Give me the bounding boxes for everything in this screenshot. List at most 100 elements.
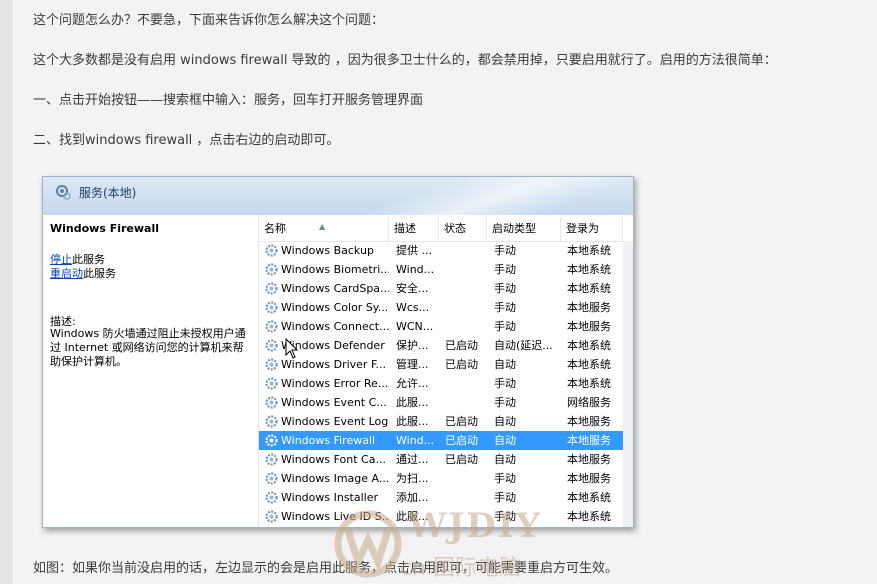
- services-gear-icon: [56, 185, 71, 200]
- service-desc: Wind...: [396, 434, 435, 447]
- service-logon-as: 本地系统: [567, 491, 611, 504]
- service-state: 已启动: [445, 415, 478, 428]
- service-name: Windows CardSpa...: [281, 282, 389, 295]
- service-desc: 保护...: [396, 339, 429, 352]
- service-name: Windows Image A...: [281, 472, 389, 485]
- service-gear-icon: [265, 301, 278, 314]
- service-logon-as: 本地系统: [567, 358, 611, 371]
- service-row[interactable]: Windows Error Re... 允许... 手动 本地系统: [259, 374, 623, 393]
- service-gear-icon: [265, 339, 278, 352]
- page-left-border: [0, 0, 12, 584]
- service-logon-as: 本地系统: [567, 339, 611, 352]
- service-name: Windows Biometri...: [281, 263, 389, 276]
- service-gear-icon: [265, 453, 278, 466]
- service-startup-type: 自动: [494, 358, 516, 371]
- service-state: 已启动: [445, 339, 478, 352]
- service-startup-type: 自动(延迟...: [494, 339, 553, 352]
- service-desc: WCN...: [396, 320, 434, 333]
- service-gear-icon: [265, 282, 278, 295]
- service-row[interactable]: Windows Installer 添加... 手动 本地系统: [259, 488, 623, 507]
- service-state: 已启动: [445, 434, 478, 447]
- service-logon-as: 本地服务: [567, 320, 611, 333]
- services-titlebar: 服务(本地): [43, 177, 633, 215]
- service-gear-icon: [265, 263, 278, 276]
- service-row[interactable]: Windows Event Log 此服... 已启动 自动 本地服务: [259, 412, 623, 431]
- services-screenshot: 服务(本地) Windows Firewall 停止此服务 重启动此服务 描述:…: [42, 176, 634, 528]
- service-logon-as: 本地服务: [567, 453, 611, 466]
- mouse-pointer-icon: [285, 338, 299, 359]
- service-startup-type: 手动: [494, 301, 516, 314]
- service-row[interactable]: Windows Firewall Wind... 已启动 自动 本地服务: [259, 431, 623, 450]
- services-title: 服务(本地): [79, 186, 137, 200]
- service-desc: 安全...: [396, 282, 429, 295]
- service-row[interactable]: Windows Backup 提供 ... 手动 本地系统: [259, 241, 623, 260]
- article-paragraph-3: 一、点击开始按钮——搜索框中输入：服务，回车打开服务管理界面: [33, 93, 424, 108]
- service-logon-as: 本地系统: [567, 244, 611, 257]
- service-state: 已启动: [445, 453, 478, 466]
- service-detail-pane: Windows Firewall 停止此服务 重启动此服务 描述: Window…: [43, 215, 259, 527]
- service-gear-icon: [265, 396, 278, 409]
- article-paragraph-2: 这个大多数都是没有启用 windows firewall 导致的 ，因为很多卫士…: [33, 53, 777, 68]
- service-description: Windows 防火墙通过阻止未授权用户通过 Internet 或网络访问您的计…: [50, 327, 246, 368]
- services-table-header: ▲ 名称 描述 状态 启动类型 登录为: [259, 217, 633, 242]
- service-desc: 为扫...: [396, 472, 429, 485]
- service-startup-type: 手动: [494, 377, 516, 390]
- service-startup-type: 手动: [494, 491, 516, 504]
- service-name: Windows Firewall: [281, 434, 376, 447]
- service-desc: 允许...: [396, 377, 429, 390]
- service-logon-as: 本地服务: [567, 472, 611, 485]
- article-paragraph-4: 二、找到windows firewall ，点击右边的启动即可。: [33, 133, 340, 148]
- restart-service-suffix: 此服务: [83, 267, 116, 280]
- service-name: Windows Error Re...: [281, 377, 389, 390]
- service-startup-type: 手动: [494, 396, 516, 409]
- service-detail-title: Windows Firewall: [50, 222, 160, 235]
- article-paragraph-5: 如图：如果你当前没启用的话，左边显示的会是启用此服务，点击启用即可，可能需要重启…: [33, 561, 619, 576]
- service-gear-icon: [265, 358, 278, 371]
- service-logon-as: 本地系统: [567, 377, 611, 390]
- service-row[interactable]: Windows Connect... WCN... 手动 本地服务: [259, 317, 623, 336]
- service-gear-icon: [265, 510, 278, 523]
- service-desc: 管理...: [396, 358, 429, 371]
- service-logon-as: 本地服务: [567, 415, 611, 428]
- service-startup-type: 自动: [494, 453, 516, 466]
- service-name: Windows Live ID S...: [281, 510, 389, 523]
- service-desc: Wind...: [396, 263, 435, 276]
- service-startup-type: 手动: [494, 263, 516, 276]
- service-row[interactable]: Windows Defender 保护... 已启动 自动(延迟... 本地系统: [259, 336, 623, 355]
- service-startup-type: 自动: [494, 415, 516, 428]
- service-name: Windows Installer: [281, 491, 379, 504]
- column-header-startup[interactable]: 启动类型: [487, 217, 561, 241]
- table-scrollbar[interactable]: [623, 241, 633, 527]
- service-startup-type: 手动: [494, 510, 516, 523]
- service-startup-type: 自动: [494, 434, 516, 447]
- service-gear-icon: [265, 434, 278, 447]
- column-header-desc[interactable]: 描述: [389, 217, 439, 241]
- service-row[interactable]: Windows CardSpa... 安全... 手动 本地系统: [259, 279, 623, 298]
- service-row[interactable]: Windows Live ID S... 此服... 手动 本地系统: [259, 507, 623, 526]
- service-row[interactable]: Windows Image A... 为扫... 手动 本地服务: [259, 469, 623, 488]
- column-header-logon[interactable]: 登录为: [561, 217, 623, 241]
- service-gear-icon: [265, 415, 278, 428]
- service-logon-as: 本地服务: [567, 301, 611, 314]
- service-startup-type: 手动: [494, 282, 516, 295]
- restart-service-link[interactable]: 重启动: [50, 267, 83, 280]
- service-row[interactable]: Windows Event C... 此服... 手动 网络服务: [259, 393, 623, 412]
- service-startup-type: 手动: [494, 244, 516, 257]
- service-desc: Wcs...: [396, 301, 430, 314]
- service-row[interactable]: Windows Driver F... 管理... 已启动 自动 本地系统: [259, 355, 623, 374]
- sort-ascending-icon: ▲: [319, 222, 326, 231]
- service-desc: 提供 ...: [396, 244, 432, 257]
- service-logon-as: 本地系统: [567, 282, 611, 295]
- service-startup-type: 手动: [494, 320, 516, 333]
- service-name: Windows Font Ca...: [281, 453, 386, 466]
- article-paragraph-1: 这个问题怎么办？不要急，下面来告诉你怎么解决这个问题：: [33, 13, 385, 28]
- service-row[interactable]: Windows Font Ca... 通过... 已启动 自动 本地服务: [259, 450, 623, 469]
- service-name: Windows Event C...: [281, 396, 387, 409]
- column-header-state[interactable]: 状态: [439, 217, 487, 241]
- service-row[interactable]: Windows Biometri... Wind... 手动 本地系统: [259, 260, 623, 279]
- column-header-name[interactable]: ▲ 名称: [259, 217, 389, 241]
- service-logon-as: 本地系统: [567, 510, 611, 523]
- service-row[interactable]: Windows Color Sy... Wcs... 手动 本地服务: [259, 298, 623, 317]
- service-name: Windows Connect...: [281, 320, 389, 333]
- services-table: ▲ 名称 描述 状态 启动类型 登录为 Windows Backup 提供 ...…: [259, 217, 633, 527]
